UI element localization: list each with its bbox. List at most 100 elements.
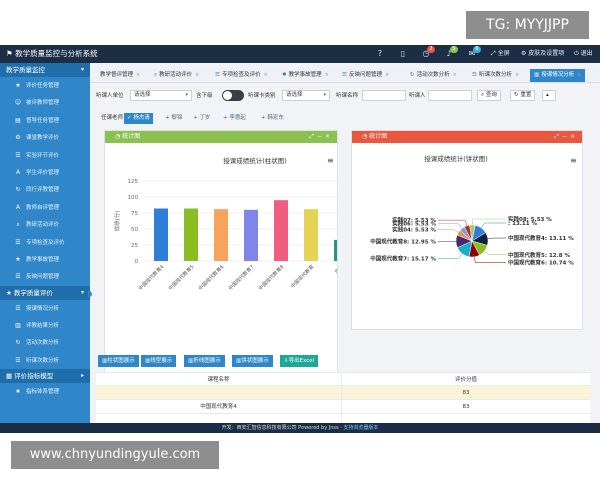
leader-line	[438, 223, 463, 229]
tab-item[interactable]: ☰ 反映问题管理 ×	[340, 69, 389, 82]
close-icon[interactable]: ×	[263, 72, 267, 78]
sidebar-item-label: 专项检查及评价	[26, 239, 65, 246]
search-button[interactable]: ⌕ 查询	[477, 90, 501, 101]
sidebar: 教学质量监控 ▾ ★ 评价任务管理 ☺ 被评教师管理 ▤ 督导任务管理 ⚙ 课堂教学评价 ☰ 实验环…	[0, 63, 90, 433]
browser-support-link[interactable]: 支持浏览器版本	[343, 425, 378, 431]
close-icon[interactable]: ×	[195, 72, 199, 78]
sidebar-item[interactable]: ⌕ 教研活动评价	[0, 216, 90, 233]
column-header-course[interactable]: 课程名称	[96, 373, 342, 387]
class-select[interactable]: 请选择 ▾	[282, 90, 330, 101]
teacher-chip[interactable]: + 黎锦	[162, 113, 185, 124]
bell-icon[interactable]: ♪ 5	[444, 46, 458, 59]
teacher-chip[interactable]: + 丁岁	[190, 113, 213, 124]
chart-mode-button[interactable]: ▥线型展示	[141, 355, 177, 367]
menu-icon[interactable]: ≡	[570, 156, 577, 165]
x-tick-label: 中国现代教育4	[137, 263, 165, 291]
tab-item[interactable]: ▥ 授课情况分析 ×	[530, 69, 586, 82]
chart-mode-button[interactable]: ▥饼状图展示	[232, 355, 273, 367]
chart-mode-button[interactable]: ▥折线图展示	[184, 355, 225, 367]
sidebar-item[interactable]: A 教师自评管理	[0, 199, 90, 216]
table-row[interactable]: 83	[96, 386, 590, 400]
close-icon[interactable]: ×	[136, 72, 140, 78]
sidebar-item[interactable]: ▤ 督导任务管理	[0, 112, 90, 129]
teacher-chip[interactable]: + 李惠起	[220, 113, 249, 124]
sidebar-item[interactable]: ☰ 专项检查及评价	[0, 234, 90, 251]
bar[interactable]	[154, 208, 168, 261]
y-axis-label: 成绩(分)	[113, 211, 121, 232]
table-row[interactable]: 中国现代教育4 83	[96, 400, 590, 414]
settings-button[interactable]: ⚙ 皮肤及设置项	[521, 45, 564, 63]
bar[interactable]	[244, 209, 258, 261]
close-icon[interactable]: ×	[385, 72, 389, 78]
name-input[interactable]	[362, 90, 406, 101]
sidebar-item[interactable]: ☰ 听课次数分析	[0, 352, 90, 369]
sidebar-item-label: 指标体系管理	[26, 389, 60, 396]
expand-icon[interactable]: ⤢	[554, 133, 562, 140]
bar[interactable]	[274, 200, 288, 261]
list-icon: ☰	[15, 304, 21, 312]
teacher-label: 任课老师	[101, 115, 124, 121]
tab-item[interactable]: 教学督评管理 ×	[98, 69, 140, 82]
close-icon[interactable]: ×	[325, 133, 333, 140]
person-input[interactable]	[428, 90, 472, 101]
sidebar-item[interactable]: ☰ 授课情况分析	[0, 300, 90, 317]
close-icon[interactable]: ×	[577, 72, 581, 78]
column-header-score[interactable]: 评价分值	[342, 373, 590, 387]
sidebar-item[interactable]: ★ 教学事故管理	[0, 251, 90, 268]
sidebar-item[interactable]: ↻ 同行评教管理	[0, 181, 90, 198]
sidebar-item[interactable]: ↻ 活动次数分析	[0, 334, 90, 351]
chart-icon: ▥	[15, 322, 21, 330]
filter-bar: 听课人单位 请选择 ▾ 含下级 听课卡类别 请选择 ▾ 听课名称 听课人 ⌕ 查询 …	[96, 90, 600, 102]
chart-mode-button[interactable]: ▥柱状图展示	[98, 355, 139, 367]
chevron-up-icon: ▴	[546, 92, 549, 98]
teacher-chip[interactable]: + 韩宏东	[258, 113, 287, 124]
expand-icon[interactable]: ⤢	[309, 133, 317, 140]
sidebar-item[interactable]: ☺ 被评教师管理	[0, 94, 90, 111]
mobile-icon[interactable]: ▯	[398, 49, 408, 59]
sidebar-collapse-handle[interactable]	[88, 291, 92, 297]
sidebar-group-evaluation[interactable]: ★ 教学质量评价 ▾	[0, 285, 90, 300]
close-icon[interactable]: ×	[453, 72, 457, 78]
sidebar-item[interactable]: ▥ 评教结果分析	[0, 317, 90, 334]
sidebar-item[interactable]: ☰ 反映问题管理	[0, 268, 90, 285]
bar[interactable]	[184, 208, 198, 261]
close-icon[interactable]: ×	[325, 72, 329, 78]
bar[interactable]	[214, 209, 228, 261]
y-tick-label: 25	[131, 243, 138, 249]
teacher-chip[interactable]: ✓ 杨杰清	[124, 113, 153, 124]
bar[interactable]	[304, 209, 318, 261]
tab-item[interactable]: ☰ 专项检查及评价 ×	[213, 69, 268, 82]
tab-item[interactable]: ☰ 听课次数分析 ×	[470, 69, 519, 82]
help-icon[interactable]: ?	[375, 49, 385, 59]
sidebar-item[interactable]: ☰ 实验环节评价	[0, 147, 90, 164]
sidebar-group-monitor[interactable]: 教学质量监控 ▾	[0, 63, 90, 77]
export-excel-button[interactable]: ⇩导出Excel	[280, 355, 319, 367]
sidebar-item[interactable]: ★ 评价任务管理	[0, 77, 90, 94]
tab-item[interactable]: ↻ 活动次数分析 ×	[408, 69, 457, 82]
class-label: 听课卡类别	[248, 93, 276, 99]
fullscreen-button[interactable]: ⤢ 全屏	[491, 45, 510, 63]
tab-item[interactable]: ⌕ 教研活动评价 ×	[152, 69, 199, 82]
include-sub-toggle[interactable]	[222, 90, 244, 101]
menu-icon[interactable]: ≡	[327, 156, 334, 165]
sidebar-item[interactable]: ⚙ 课堂教学评价	[0, 129, 90, 146]
reset-button[interactable]: ↻ 重置	[510, 90, 536, 101]
bar[interactable]	[334, 239, 348, 261]
footer: 开发：西安汇智信息科技有限公司 Powered by Jnss · 支持浏览器版…	[0, 423, 600, 433]
mail-icon[interactable]: ✉ 6	[467, 46, 481, 59]
minimize-icon[interactable]: −	[562, 133, 570, 140]
tab-item[interactable]: ✹ 教学事故管理 ×	[280, 69, 329, 82]
sidebar-item[interactable]: ★ 指标体系管理	[0, 383, 90, 400]
clock-icon[interactable]: ◷ 2	[421, 46, 435, 59]
logout-button[interactable]: ⏻ 退出	[574, 45, 593, 63]
close-icon[interactable]: ×	[515, 72, 519, 78]
caret-down-icon: ▾	[323, 92, 326, 98]
minimize-icon[interactable]: −	[317, 133, 325, 140]
sidebar-group-model[interactable]: ▦ 评价指标模型 ▸	[0, 369, 90, 384]
panel-actions: ⤢−×	[554, 131, 578, 143]
close-icon[interactable]: ×	[570, 133, 578, 140]
slice-label: 实践07: 5.53 %	[392, 216, 436, 224]
sidebar-item[interactable]: A 学生评价管理	[0, 164, 90, 181]
collapse-button[interactable]: ▴	[542, 90, 556, 101]
dept-select[interactable]: 请选择 ▾	[130, 90, 192, 101]
